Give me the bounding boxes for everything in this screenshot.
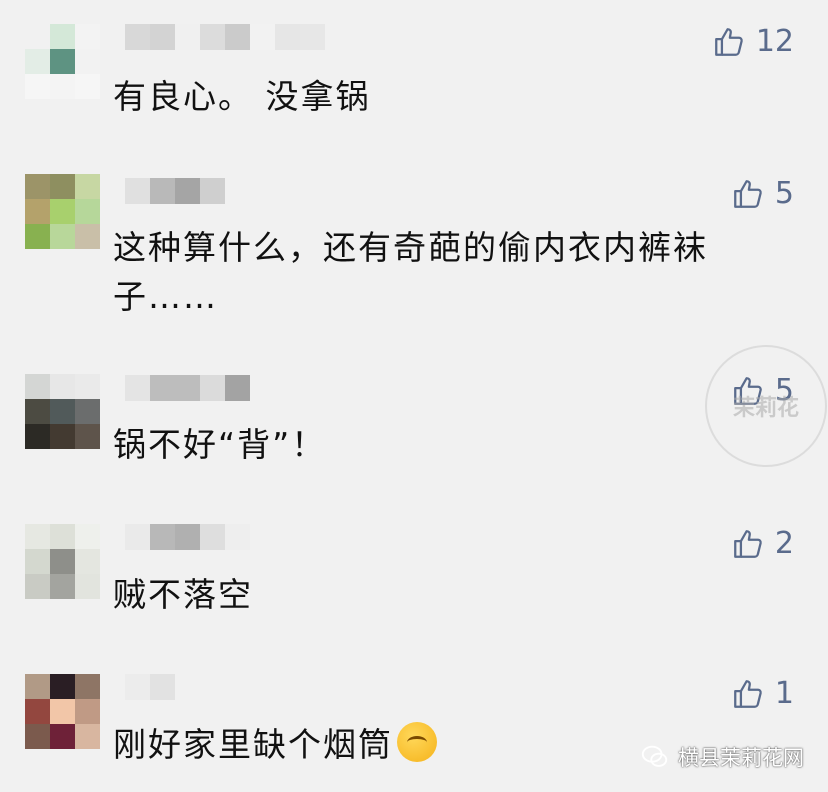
avatar[interactable]	[25, 674, 100, 749]
thinking-emoji-icon	[397, 722, 437, 762]
thumbs-up-icon	[734, 529, 762, 558]
like-count: 2	[774, 526, 794, 561]
username-blurred[interactable]	[125, 178, 225, 204]
comment-text: 这种算什么，还有奇葩的偷内衣内裤袜子……	[113, 228, 708, 316]
source-watermark: 横县茉莉花网	[640, 742, 804, 772]
username-blurred[interactable]	[125, 24, 325, 50]
avatar[interactable]	[25, 524, 100, 599]
like-button[interactable]: 2	[731, 526, 794, 561]
like-button[interactable]: 1	[731, 676, 794, 711]
comment-text: 有良心。 没拿锅	[113, 77, 371, 116]
source-label: 横县茉莉花网	[678, 746, 804, 770]
watermark-text: 茉莉花	[732, 396, 799, 421]
comment-text: 刚好家里缺个烟筒	[113, 725, 393, 764]
like-button[interactable]: 5	[731, 176, 794, 211]
avatar[interactable]	[25, 24, 100, 99]
like-count: 1	[774, 676, 794, 711]
username-blurred[interactable]	[125, 524, 250, 550]
thumbs-up-icon	[734, 679, 762, 708]
comment-text: 锅不好“背”！	[113, 425, 327, 464]
username-blurred[interactable]	[125, 375, 250, 401]
like-button[interactable]: 12	[712, 24, 794, 59]
avatar[interactable]	[25, 174, 100, 249]
comment-text: 贼不落空	[113, 575, 253, 614]
site-watermark: 茉莉花	[705, 345, 827, 467]
thumbs-up-icon	[714, 27, 743, 56]
wechat-icon	[641, 745, 668, 767]
thumbs-up-icon	[734, 179, 762, 208]
username-blurred[interactable]	[125, 674, 175, 700]
like-count: 5	[774, 176, 794, 211]
like-count: 12	[755, 24, 794, 59]
avatar[interactable]	[25, 374, 100, 449]
